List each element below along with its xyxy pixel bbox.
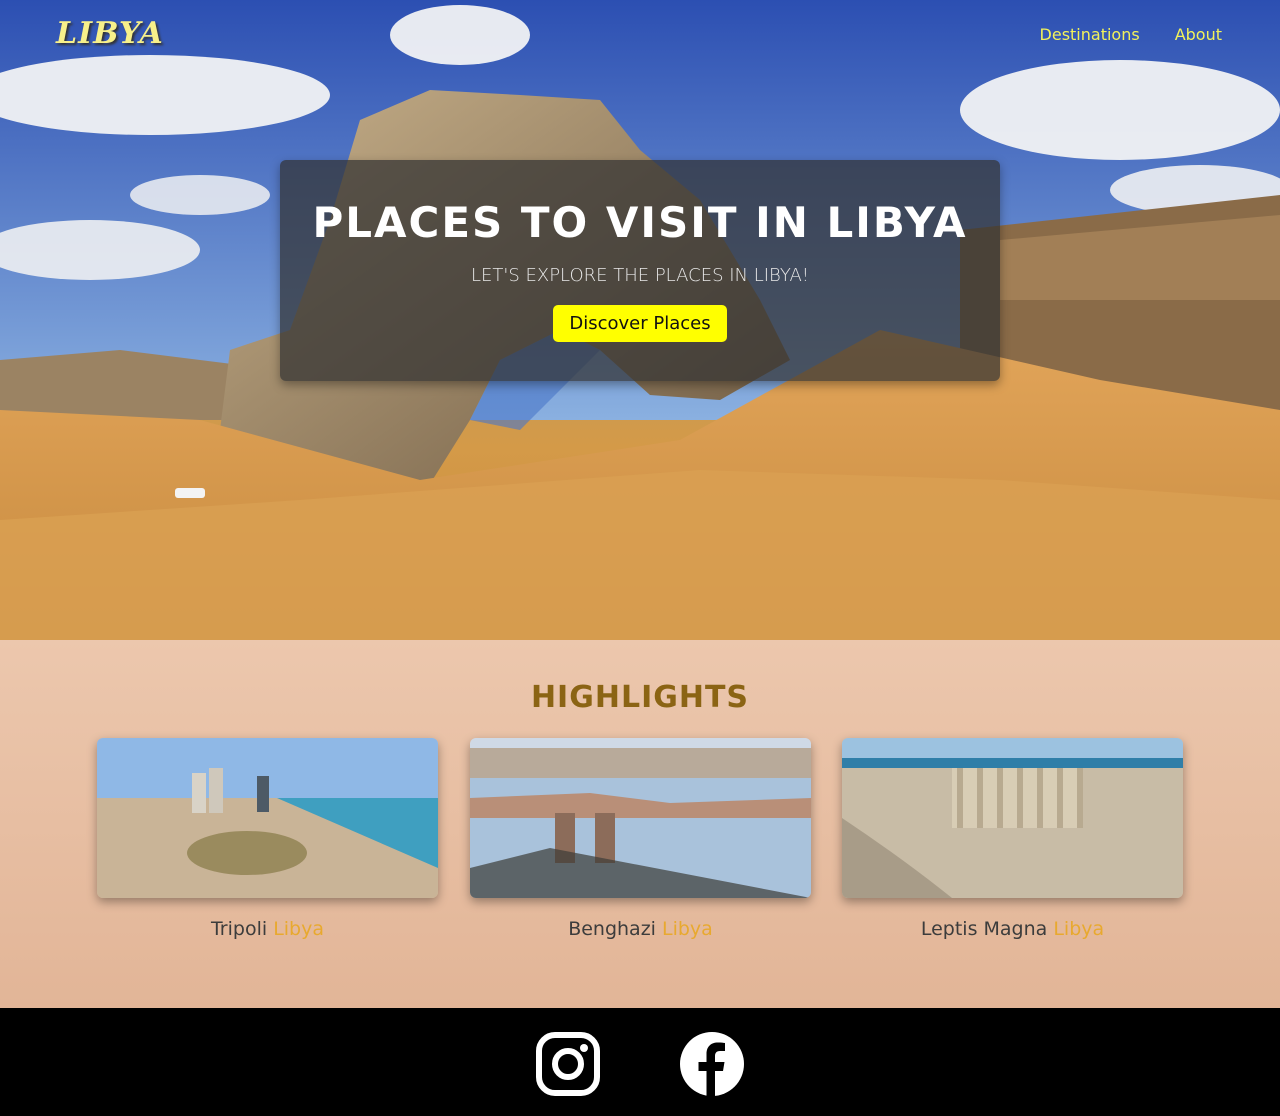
main-nav: Destinations About xyxy=(1040,25,1222,44)
hero-title: PLACES TO VISIT IN LIBYA xyxy=(312,198,968,247)
highlight-card-tripoli[interactable]: Tripoli Libya xyxy=(97,738,438,940)
highlight-name: Benghazi xyxy=(568,918,656,940)
highlight-card-benghazi[interactable]: Benghazi Libya xyxy=(470,738,811,940)
facebook-icon[interactable] xyxy=(680,1032,744,1096)
hero-section: LIBYA Destinations About PLACES TO VISIT… xyxy=(0,0,1280,640)
highlight-card-leptis-magna[interactable]: Leptis Magna Libya xyxy=(842,738,1183,940)
instagram-icon[interactable] xyxy=(536,1032,600,1096)
footer xyxy=(0,1008,1280,1116)
highlight-accent: Libya xyxy=(1053,918,1105,940)
nav-link-about[interactable]: About xyxy=(1175,25,1222,44)
highlight-accent: Libya xyxy=(662,918,713,940)
highlights-section: HIGHLIGHTS Tripoli Libya Benghazi Libya … xyxy=(0,640,1280,1008)
hero-subtitle: LET'S EXPLORE THE PLACES IN LIBYA! xyxy=(471,265,809,286)
discover-places-button[interactable]: Discover Places xyxy=(553,305,727,342)
highlight-accent: Libya xyxy=(273,918,324,940)
highlight-name: Leptis Magna xyxy=(920,918,1048,940)
highlight-caption: Benghazi Libya xyxy=(470,918,811,940)
leptis-magna-image[interactable] xyxy=(842,738,1183,898)
site-logo[interactable]: LIBYA xyxy=(56,16,164,51)
tripoli-image[interactable] xyxy=(97,738,438,898)
nav-link-destinations[interactable]: Destinations xyxy=(1040,25,1140,44)
highlights-title: HIGHLIGHTS xyxy=(530,680,750,715)
highlight-caption: Tripoli Libya xyxy=(97,918,438,940)
highlight-name: Tripoli xyxy=(210,918,268,940)
highlight-caption: Leptis Magna Libya xyxy=(842,918,1183,940)
hero-card: PLACES TO VISIT IN LIBYA LET'S EXPLORE T… xyxy=(280,160,1000,381)
benghazi-image[interactable] xyxy=(470,738,811,898)
